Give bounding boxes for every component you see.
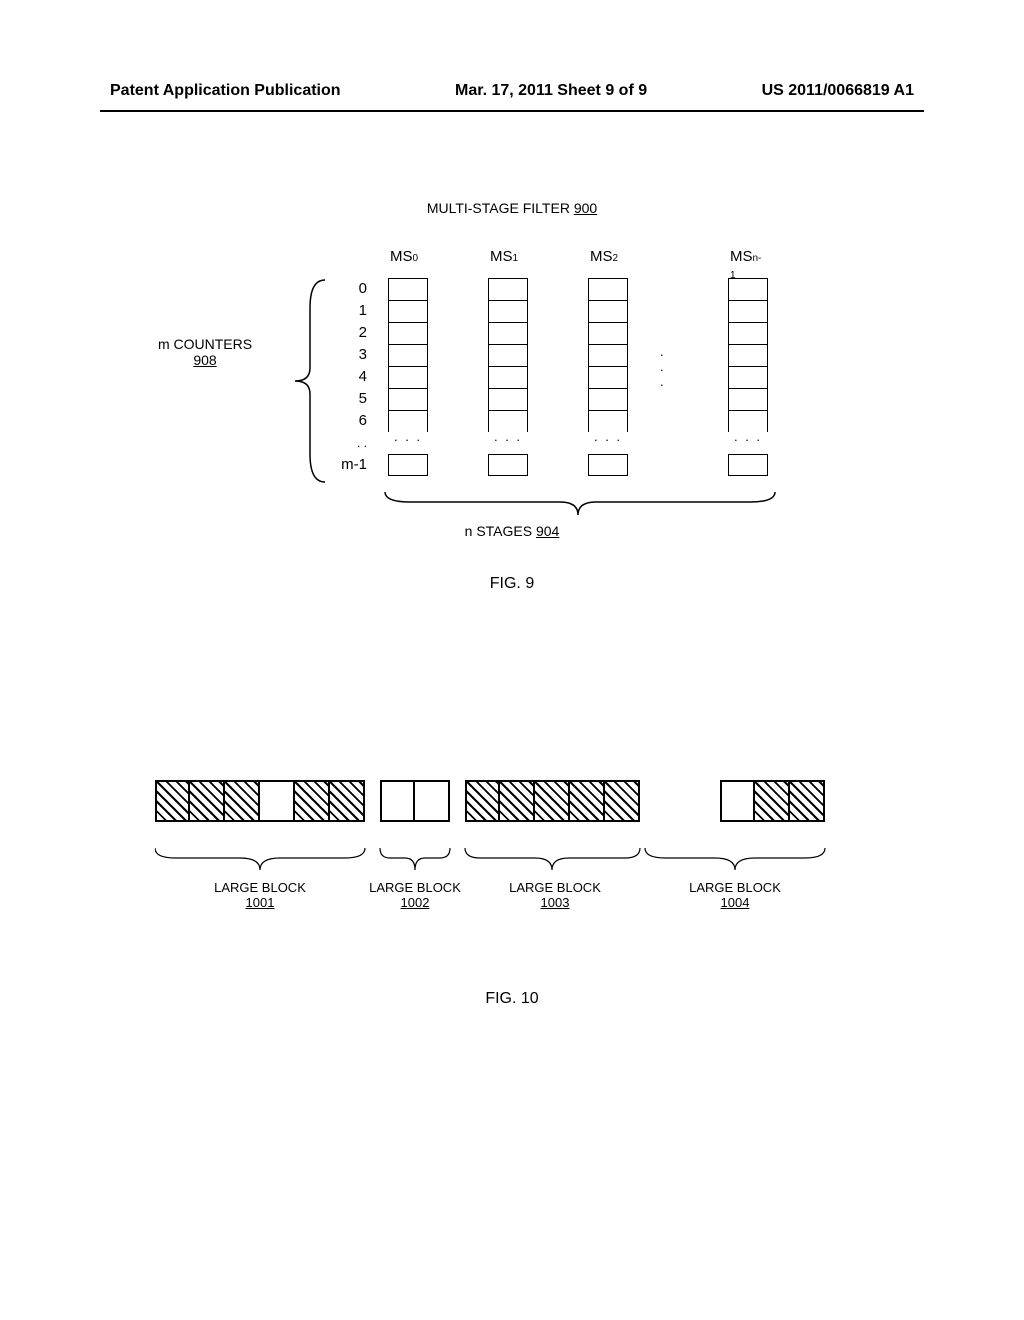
vdots-icon: . . . — [728, 432, 768, 454]
bracket-left-icon — [290, 278, 330, 484]
table-row — [388, 344, 428, 366]
row-label-0: 0 — [355, 278, 367, 300]
table-row — [728, 344, 768, 366]
table-row — [588, 300, 628, 322]
counters-label: m COUNTERS 908 — [150, 336, 260, 368]
row-label-m1: m-1 — [337, 454, 367, 476]
table-row — [728, 322, 768, 344]
block — [225, 780, 260, 822]
row-label-1: 1 — [355, 300, 367, 322]
row-label-4: 4 — [355, 366, 367, 388]
stage-label-1: MS1 — [490, 248, 518, 265]
fig9-title-ref: 900 — [574, 200, 597, 216]
stage-col-0: . . . — [388, 278, 428, 476]
fig10-brackets — [155, 848, 875, 881]
stage-col-n1: . . . — [728, 278, 768, 476]
row-label-5: 5 — [355, 388, 367, 410]
block — [415, 780, 450, 822]
large-block-label-1: LARGE BLOCK1001 — [170, 880, 350, 910]
table-row — [588, 454, 628, 476]
fig9-title: MULTI-STAGE FILTER 900 — [0, 200, 1024, 216]
fig9-title-text: MULTI-STAGE FILTER — [427, 200, 574, 216]
stage-col-2: . . . — [588, 278, 628, 476]
counters-text: m COUNTERS — [158, 336, 252, 352]
stages-ref: 904 — [536, 523, 559, 539]
table-row — [728, 366, 768, 388]
block — [190, 780, 225, 822]
header-divider — [100, 110, 924, 112]
vdots-icon: . . . — [388, 432, 428, 454]
bracket-bottom-icon — [380, 490, 780, 520]
bracket-group-icon — [155, 848, 875, 876]
table-row — [388, 366, 428, 388]
header-right: US 2011/0066819 A1 — [762, 82, 914, 100]
block — [260, 780, 295, 822]
page-header: Patent Application Publication Mar. 17, … — [0, 82, 1024, 100]
block — [500, 780, 535, 822]
table-row — [388, 322, 428, 344]
table-row — [588, 366, 628, 388]
row-label-3: 3 — [355, 344, 367, 366]
table-row — [488, 454, 528, 476]
stage-col-1: . . . — [488, 278, 528, 476]
table-row — [588, 278, 628, 300]
counters-ref: 908 — [193, 352, 216, 368]
fig9-caption: FIG. 9 — [0, 575, 1024, 593]
block — [790, 780, 825, 822]
table-row — [488, 278, 528, 300]
large-block-label-4: LARGE BLOCK1004 — [645, 880, 825, 910]
table-row — [588, 388, 628, 410]
row-label-6: 6 — [355, 410, 367, 432]
table-row — [488, 388, 528, 410]
hdots-icon: . . . — [660, 344, 666, 389]
table-row — [728, 388, 768, 410]
vdots-icon: . . . — [588, 432, 628, 454]
vdots-icon: . . . — [488, 432, 528, 454]
stage-label-0: MS0 — [390, 248, 418, 265]
block — [465, 780, 500, 822]
header-center: Mar. 17, 2011 Sheet 9 of 9 — [455, 82, 647, 100]
block — [720, 780, 755, 822]
table-row — [488, 300, 528, 322]
table-row — [388, 300, 428, 322]
table-row — [588, 344, 628, 366]
row-labels: 0 1 2 3 4 5 6 . . . m-1 — [355, 278, 367, 476]
table-row — [728, 300, 768, 322]
table-row — [488, 322, 528, 344]
block — [380, 780, 415, 822]
fig10-caption: FIG. 10 — [0, 990, 1024, 1008]
block — [605, 780, 640, 822]
table-row — [488, 344, 528, 366]
row-label-2: 2 — [355, 322, 367, 344]
table-row — [388, 388, 428, 410]
block — [155, 780, 190, 822]
block — [535, 780, 570, 822]
block — [755, 780, 790, 822]
stages-text: n STAGES — [465, 523, 536, 539]
table-row — [588, 322, 628, 344]
large-block-label-3: LARGE BLOCK1003 — [465, 880, 645, 910]
row-label-dots: . . . — [355, 432, 367, 454]
table-row — [488, 366, 528, 388]
stage-label-2: MS2 — [590, 248, 618, 265]
block — [295, 780, 330, 822]
table-row — [388, 278, 428, 300]
header-left: Patent Application Publication — [110, 82, 341, 100]
block — [330, 780, 365, 822]
table-row — [728, 278, 768, 300]
stage-label-n1: MSn-1 — [730, 248, 761, 282]
table-row — [728, 454, 768, 476]
stages-label: n STAGES 904 — [0, 523, 1024, 539]
block — [570, 780, 605, 822]
table-row — [388, 454, 428, 476]
